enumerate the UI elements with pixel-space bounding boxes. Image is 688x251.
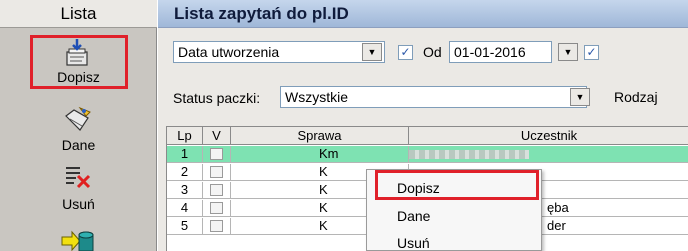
- od-checkbox[interactable]: ✓: [398, 45, 413, 60]
- checkmark-icon: ✓: [586, 45, 597, 59]
- arrow-database-icon: [61, 230, 94, 251]
- row-lp: 5: [167, 218, 203, 235]
- dane-button[interactable]: Dane: [0, 98, 157, 154]
- context-dopisz-highlight-box: [375, 170, 539, 200]
- od-date-field[interactable]: 01-01-2016: [449, 41, 552, 63]
- date-field-select[interactable]: Data utworzenia: [173, 41, 385, 63]
- row-lp: 2: [167, 164, 203, 181]
- sidebar: Lista Dopisz Dane Usuń: [0, 0, 157, 251]
- column-header-lp[interactable]: Lp: [167, 127, 203, 145]
- column-header-v[interactable]: V: [203, 127, 231, 145]
- chevron-down-icon: ▼: [563, 47, 573, 57]
- row-sprawa: Km: [231, 146, 409, 163]
- status-dropdown-button[interactable]: ▼: [570, 88, 590, 106]
- rodzaj-label: Rodzaj: [614, 89, 658, 105]
- row-lp: 1: [167, 146, 203, 163]
- sidebar-header: Lista: [0, 0, 157, 28]
- row-checkbox[interactable]: [203, 146, 231, 163]
- dopisz-highlight-box: [30, 35, 128, 89]
- row-lp: 4: [167, 200, 203, 217]
- table-header: Lp V Sprawa Uczestnik: [167, 127, 688, 145]
- column-header-sprawa[interactable]: Sprawa: [231, 127, 409, 145]
- chevron-down-icon: ▼: [367, 47, 377, 57]
- row-lp: 3: [167, 182, 203, 199]
- chevron-down-icon: ▼: [575, 92, 585, 102]
- do-checkbox[interactable]: ✓: [584, 45, 599, 60]
- checkmark-icon: ✓: [400, 45, 411, 59]
- usun-button[interactable]: Usuń: [0, 160, 157, 216]
- page-title: Lista zapytań do pl.ID: [174, 4, 349, 23]
- redacted-text: [409, 150, 529, 159]
- context-menu-item-usun[interactable]: Usuń: [397, 235, 430, 251]
- status-select[interactable]: Wszystkie: [280, 86, 587, 108]
- date-field-dropdown-button[interactable]: ▼: [362, 43, 382, 61]
- row-uczestnik: [409, 146, 688, 163]
- row-checkbox[interactable]: [203, 218, 231, 235]
- od-date-value: 01-01-2016: [454, 44, 526, 60]
- usun-label: Usuń: [62, 196, 95, 212]
- transfer-button[interactable]: [0, 222, 157, 251]
- date-field-value: Data utworzenia: [178, 44, 280, 60]
- dane-label: Dane: [61, 137, 96, 153]
- status-value: Wszystkie: [285, 89, 348, 105]
- table-row[interactable]: 1 Km: [167, 146, 688, 163]
- od-date-picker-button[interactable]: ▼: [558, 43, 578, 61]
- od-label: Od: [423, 44, 442, 60]
- row-checkbox[interactable]: [203, 182, 231, 199]
- context-menu-item-dane[interactable]: Dane: [397, 208, 430, 224]
- row-checkbox[interactable]: [203, 164, 231, 181]
- column-header-uczestnik[interactable]: Uczestnik: [409, 127, 688, 145]
- delete-list-icon: [66, 167, 91, 189]
- status-label: Status paczki:: [173, 90, 261, 106]
- edit-document-icon: [65, 106, 91, 131]
- row-checkbox[interactable]: [203, 200, 231, 217]
- title-bar: Lista zapytań do pl.ID: [158, 0, 688, 28]
